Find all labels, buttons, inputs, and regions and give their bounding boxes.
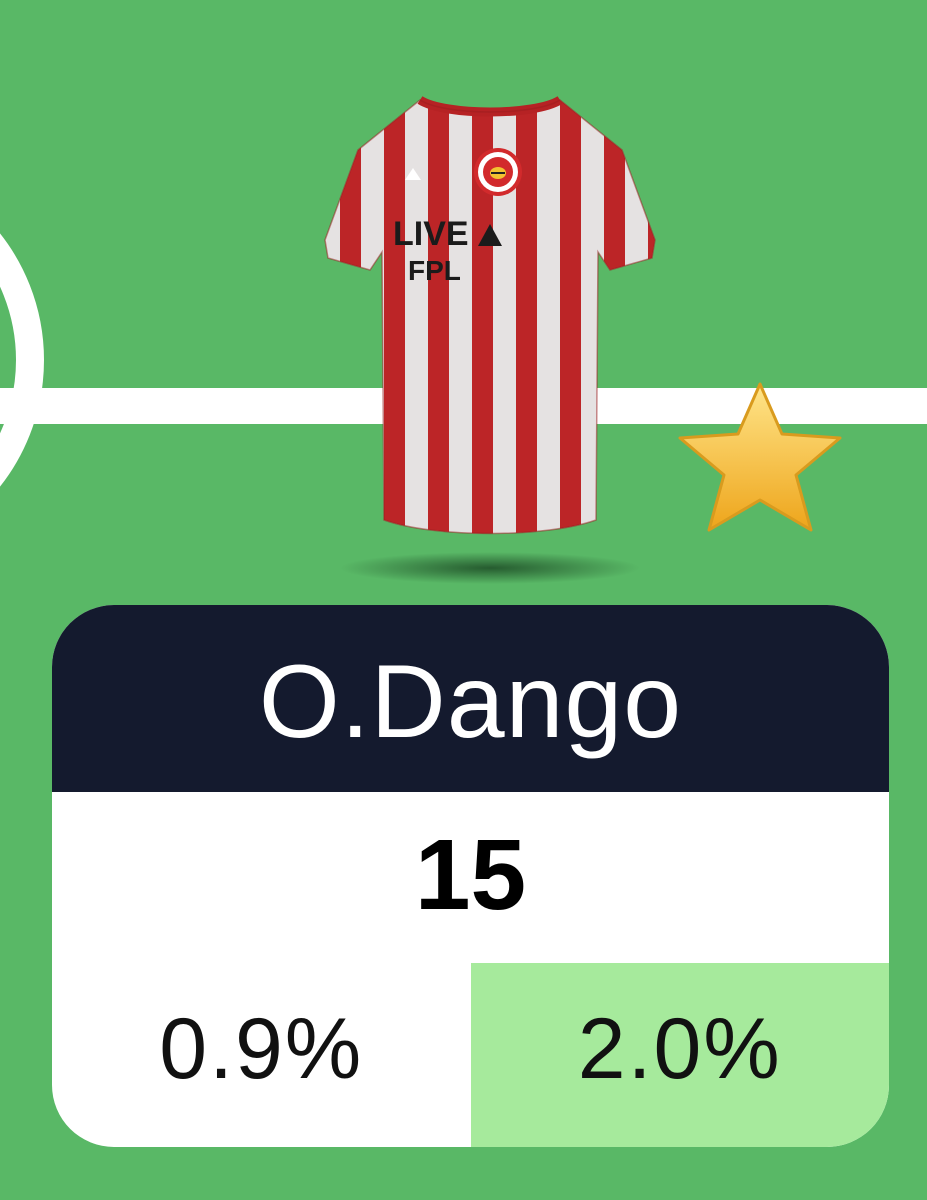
player-stats-row: 0.9% 2.0% <box>52 963 889 1147</box>
player-card[interactable]: O.Dango 15 0.9% 2.0% <box>52 605 889 1147</box>
shirt-shadow <box>340 552 640 584</box>
player-points: 15 <box>414 819 527 931</box>
svg-text:LIVE: LIVE <box>393 215 469 253</box>
player-name: O.Dango <box>52 605 889 792</box>
stat-right-value: 2.0% <box>470 963 889 1147</box>
club-crest-icon <box>474 148 522 196</box>
striped-red-white-shirt-icon: LIVE FPL <box>324 96 656 584</box>
svg-text:FPL: FPL <box>408 255 461 286</box>
star-icon <box>678 382 842 532</box>
stat-left-value: 0.9% <box>159 1000 364 1097</box>
